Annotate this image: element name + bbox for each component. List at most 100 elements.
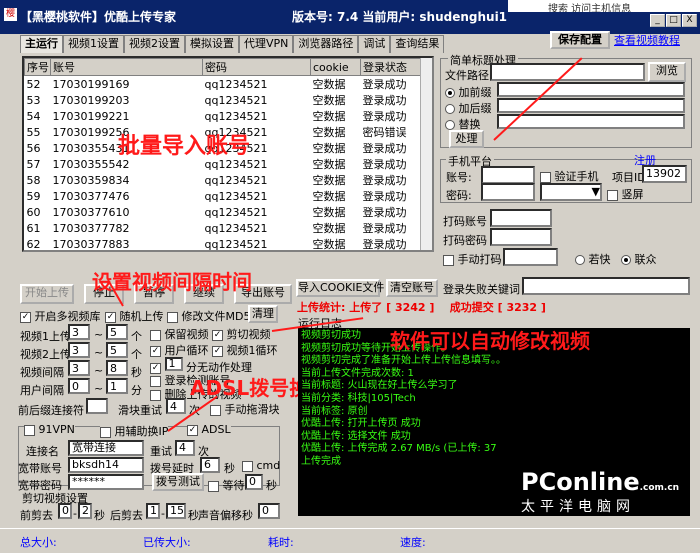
header-account[interactable]: 账号	[50, 58, 203, 76]
phone-account-input[interactable]	[481, 166, 535, 184]
tab-video2-settings[interactable]: 视频2设置	[124, 35, 185, 53]
option-ruokuai[interactable]: 若快	[575, 251, 611, 267]
phone-platform-select[interactable]: ▼	[540, 183, 602, 201]
table-row[interactable]: 59 17030377476 qq1234521 空数据 登录成功	[25, 188, 423, 204]
option-add-suffix[interactable]: 加后缀	[445, 100, 492, 116]
video2-count-min[interactable]: 3	[68, 342, 90, 358]
delete-uploaded-checkbox[interactable]	[150, 389, 161, 401]
tab-debug[interactable]: 调试	[358, 35, 391, 53]
option-keep-video[interactable]: 保留视频	[150, 326, 209, 342]
login-check-checkbox[interactable]	[150, 375, 161, 387]
table-row[interactable]: 61 17030377782 qq1234521 空数据 登录成功	[25, 220, 423, 236]
manual-captcha-checkbox[interactable]	[443, 254, 454, 266]
prefix-radio[interactable]	[445, 88, 455, 98]
cut-video-checkbox[interactable]: ✓	[212, 329, 223, 341]
option-91vpn[interactable]: 91VPN	[24, 423, 75, 436]
vertical-screen-checkbox[interactable]	[607, 189, 618, 201]
modify-md5-checkbox[interactable]	[167, 311, 178, 323]
front-cut-max[interactable]: 2	[78, 503, 92, 519]
front-cut-min[interactable]: 0	[58, 503, 72, 519]
close-icon[interactable]: X	[682, 14, 697, 27]
option-adsl[interactable]: ✓ ADSL	[187, 423, 231, 436]
back-cut-max[interactable]: 15	[166, 503, 186, 519]
option-user-loop[interactable]: ✓ 用户循环	[150, 342, 209, 358]
option-cut-video[interactable]: ✓ 剪切视频	[212, 326, 271, 342]
wait-input[interactable]: 0	[245, 474, 263, 490]
process-button[interactable]: 处理	[449, 130, 484, 148]
slider-retry-input[interactable]: 4	[166, 398, 186, 414]
random-upload-checkbox[interactable]: ✓	[105, 311, 116, 323]
option-assist-ip[interactable]: 用辅助换IP	[100, 423, 169, 439]
option-lianzhong[interactable]: 联众	[621, 251, 657, 267]
table-row[interactable]: 53 17030199203 qq1234521 空数据 登录成功	[25, 92, 423, 108]
option-cmd[interactable]: cmd	[242, 459, 280, 472]
broadband-password-input[interactable]: ******	[68, 474, 144, 490]
dial-test-button[interactable]: 拨号测试	[152, 473, 204, 491]
table-row[interactable]: 54 17030199221 qq1234521 空数据 登录成功	[25, 108, 423, 124]
video-interval-max[interactable]: 8	[106, 360, 128, 376]
broadband-account-input[interactable]: bksdh14	[68, 457, 144, 473]
suffix-radio[interactable]	[445, 104, 455, 114]
clean-button[interactable]: 清理	[248, 305, 278, 323]
manual-captcha[interactable]: 手动打码	[443, 251, 502, 267]
header-cookie[interactable]: cookie	[310, 58, 361, 76]
user-interval-max[interactable]: 1	[106, 378, 128, 394]
maximize-icon[interactable]: □	[666, 14, 681, 27]
tab-query-results[interactable]: 查询结果	[390, 35, 445, 53]
option-manual-drag[interactable]: 手动拖滑块	[210, 401, 280, 417]
audio-offset-input[interactable]: 0	[258, 503, 280, 519]
option-random-upload[interactable]: ✓ 随机上传	[105, 308, 164, 324]
verify-phone[interactable]: 验证手机	[540, 168, 599, 184]
video1-count-max[interactable]: 5	[106, 324, 128, 340]
clear-accounts-button[interactable]: 清空账号	[386, 279, 438, 297]
verify-phone-checkbox[interactable]	[540, 171, 551, 183]
tab-main-run[interactable]: 主运行	[20, 35, 63, 53]
option-multi-video[interactable]: ✓ 开启多视频库	[20, 308, 101, 324]
vpn91-checkbox[interactable]	[24, 424, 35, 436]
tab-proxy-vpn[interactable]: 代理VPN	[239, 35, 294, 53]
video-interval-min[interactable]: 3	[68, 360, 90, 376]
captcha-account-input[interactable]	[490, 209, 552, 227]
header-login-status[interactable]: 登录状态	[360, 58, 423, 76]
minimize-icon[interactable]: _	[650, 14, 665, 27]
table-row[interactable]: 62 17030377883 qq1234521 空数据 登录成功	[25, 236, 423, 251]
option-video-loop[interactable]: ✓ 视频1循环	[212, 342, 278, 358]
option-modify-md5[interactable]: 修改文件MD5	[167, 308, 250, 324]
import-cookie-button[interactable]: 导入COOKIE文件	[296, 279, 384, 297]
table-scrollbar[interactable]	[420, 58, 432, 250]
tab-browser-path[interactable]: 浏览器路径	[293, 35, 359, 53]
idle-minutes-input[interactable]: 1	[164, 357, 183, 371]
project-id-input[interactable]: 13902	[642, 165, 687, 183]
video-loop-checkbox[interactable]: ✓	[212, 345, 223, 357]
video2-count-max[interactable]: 5	[106, 342, 128, 358]
ruokuai-radio[interactable]	[575, 255, 585, 265]
replace-input[interactable]	[497, 114, 685, 129]
manual-drag-checkbox[interactable]	[210, 404, 221, 416]
user-loop-checkbox[interactable]: ✓	[150, 345, 161, 357]
tab-simulation-settings[interactable]: 模拟设置	[185, 35, 239, 53]
start-upload-button[interactable]: 开始上传	[20, 284, 74, 304]
manual-captcha-input[interactable]	[503, 248, 558, 266]
browse-button[interactable]: 浏览	[648, 62, 686, 82]
tutorial-link[interactable]: 查看视频教程	[614, 32, 680, 48]
assist-ip-checkbox[interactable]	[100, 426, 111, 438]
tab-video1-settings[interactable]: 视频1设置	[63, 35, 124, 53]
save-config-button[interactable]: 保存配置	[550, 31, 610, 49]
keep-video-checkbox[interactable]	[150, 329, 161, 341]
captcha-password-input[interactable]	[490, 228, 552, 246]
adsl-checkbox[interactable]: ✓	[187, 424, 198, 436]
fail-keyword-input[interactable]	[522, 277, 690, 295]
dial-delay-input[interactable]: 6	[200, 457, 220, 473]
table-row[interactable]: 58 17030359834 qq1234521 空数据 登录成功	[25, 172, 423, 188]
back-cut-min[interactable]: 1	[146, 503, 160, 519]
multi-video-checkbox[interactable]: ✓	[20, 311, 31, 323]
prefix-input[interactable]	[497, 82, 685, 97]
cmd-checkbox[interactable]	[242, 460, 253, 472]
option-add-prefix[interactable]: 加前缀	[445, 84, 492, 100]
replace-radio[interactable]	[445, 120, 455, 130]
phone-password-input[interactable]	[481, 183, 535, 201]
table-row[interactable]: 52 17030199169 qq1234521 空数据 登录成功	[25, 76, 423, 93]
lianzhong-radio[interactable]	[621, 255, 631, 265]
vertical-screen[interactable]: 竖屏	[607, 186, 644, 202]
connection-name-input[interactable]: 宽带连接	[68, 440, 144, 456]
